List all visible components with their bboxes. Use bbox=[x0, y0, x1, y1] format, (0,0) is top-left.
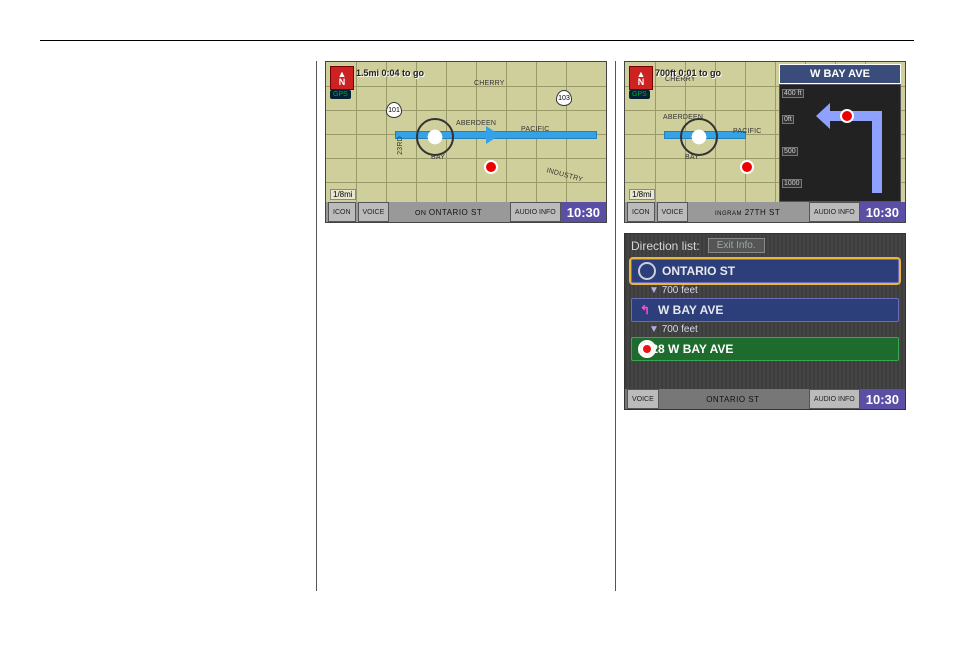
destination-marker-icon bbox=[740, 160, 754, 174]
icon-button[interactable]: ICON bbox=[328, 202, 356, 222]
destination-marker-icon bbox=[484, 160, 498, 174]
gps-badge: GPS bbox=[629, 90, 650, 99]
voice-button[interactable]: VOICE bbox=[657, 202, 689, 222]
direction-item-label: ONTARIO ST bbox=[662, 264, 735, 278]
next-street-banner: W BAY AVE bbox=[779, 64, 901, 84]
direction-item-destination[interactable]: 2728 W BAY AVE bbox=[631, 337, 899, 361]
current-street: INGRAM 27TH ST bbox=[688, 208, 807, 217]
scale-500: 500 bbox=[782, 147, 798, 156]
current-location-icon bbox=[638, 262, 656, 280]
route-arrow-icon bbox=[486, 126, 500, 144]
exit-info-button[interactable]: Exit Info. bbox=[708, 238, 765, 253]
direction-item-wbay[interactable]: ↰ W BAY AVE bbox=[631, 298, 899, 322]
vehicle-marker-icon bbox=[680, 118, 718, 156]
clock: 10:30 bbox=[561, 202, 606, 222]
current-street: ONTARIO ST bbox=[659, 395, 807, 404]
audio-info-button[interactable]: AUDIO INFO bbox=[809, 202, 860, 222]
direction-distance: 700 feet bbox=[649, 285, 905, 296]
distance-time-to-go: 700ft 0:01 to go bbox=[655, 68, 721, 78]
destination-icon bbox=[638, 340, 656, 358]
route-shield-103: 103 bbox=[556, 90, 572, 106]
turn-left-icon: ↰ bbox=[638, 303, 652, 317]
turn-arrow-panel: 400 ft 0ft 500 1000 bbox=[779, 84, 901, 202]
compass-icon[interactable]: ▲N bbox=[629, 66, 653, 90]
column-2: CHERRY ABERDEEN PACIFIC BAY 23RD INDUSTR… bbox=[317, 61, 616, 591]
voice-button[interactable]: VOICE bbox=[627, 389, 659, 409]
map-label-pacific: PACIFIC bbox=[733, 128, 762, 135]
current-street: ON ONTARIO ST bbox=[389, 208, 508, 217]
column-3: CHERRY ABERDEEN PACIFIC BAY ▲N GPS 700ft… bbox=[616, 61, 914, 591]
map-label-aberdeen: ABERDEEN bbox=[663, 114, 703, 121]
voice-button[interactable]: VOICE bbox=[358, 202, 390, 222]
map-grid bbox=[326, 62, 606, 222]
scale-1000: 1000 bbox=[782, 179, 802, 188]
direction-list-header: Direction list: Exit Info. bbox=[625, 234, 905, 257]
nav-map-overview: CHERRY ABERDEEN PACIFIC BAY 23RD INDUSTR… bbox=[325, 61, 607, 223]
map-label-bay: BAY bbox=[685, 154, 699, 161]
map-scale[interactable]: 1/8mi bbox=[330, 189, 356, 200]
map-label-aberdeen: ABERDEEN bbox=[456, 120, 496, 127]
direction-list-screen: Direction list: Exit Info. ONTARIO ST 70… bbox=[624, 233, 906, 410]
bottom-bar: ICON VOICE INGRAM 27TH ST AUDIO INFO 10:… bbox=[625, 202, 905, 222]
distance-time-to-go: 1.5mi 0:04 to go bbox=[356, 68, 424, 78]
gps-badge: GPS bbox=[330, 90, 351, 99]
map-scale[interactable]: 1/8mi bbox=[629, 189, 655, 200]
arrow-dest-icon bbox=[840, 109, 854, 123]
bottom-bar: VOICE ONTARIO ST AUDIO INFO 10:30 bbox=[625, 389, 905, 409]
audio-info-button[interactable]: AUDIO INFO bbox=[809, 389, 860, 409]
vehicle-marker-icon bbox=[416, 118, 454, 156]
icon-button[interactable]: ICON bbox=[627, 202, 655, 222]
direction-distance: 700 feet bbox=[649, 324, 905, 335]
bottom-bar: ICON VOICE ON ONTARIO ST AUDIO INFO 10:3… bbox=[326, 202, 606, 222]
map-label-23rd: 23RD bbox=[397, 136, 404, 155]
map-label-pacific: PACIFIC bbox=[521, 126, 550, 133]
column-1 bbox=[40, 61, 317, 591]
map-label-bay: BAY bbox=[431, 154, 445, 161]
route-shield-101: 101 bbox=[386, 102, 402, 118]
direction-item-ontario[interactable]: ONTARIO ST bbox=[631, 259, 899, 283]
arrow-panel-scale: 400 ft 0ft 500 1000 bbox=[782, 85, 810, 201]
nav-map-turn: CHERRY ABERDEEN PACIFIC BAY ▲N GPS 700ft… bbox=[624, 61, 906, 223]
scale-0ft: 0ft bbox=[782, 115, 794, 124]
clock: 10:30 bbox=[860, 389, 905, 409]
direction-item-label: W BAY AVE bbox=[658, 303, 723, 317]
direction-list-title: Direction list: bbox=[631, 239, 700, 253]
scale-400ft: 400 ft bbox=[782, 89, 804, 98]
clock: 10:30 bbox=[860, 202, 905, 222]
turn-arrow-icon bbox=[822, 103, 892, 193]
compass-icon[interactable]: ▲N bbox=[330, 66, 354, 90]
map-label-cherry: CHERRY bbox=[474, 80, 505, 87]
audio-info-button[interactable]: AUDIO INFO bbox=[510, 202, 561, 222]
